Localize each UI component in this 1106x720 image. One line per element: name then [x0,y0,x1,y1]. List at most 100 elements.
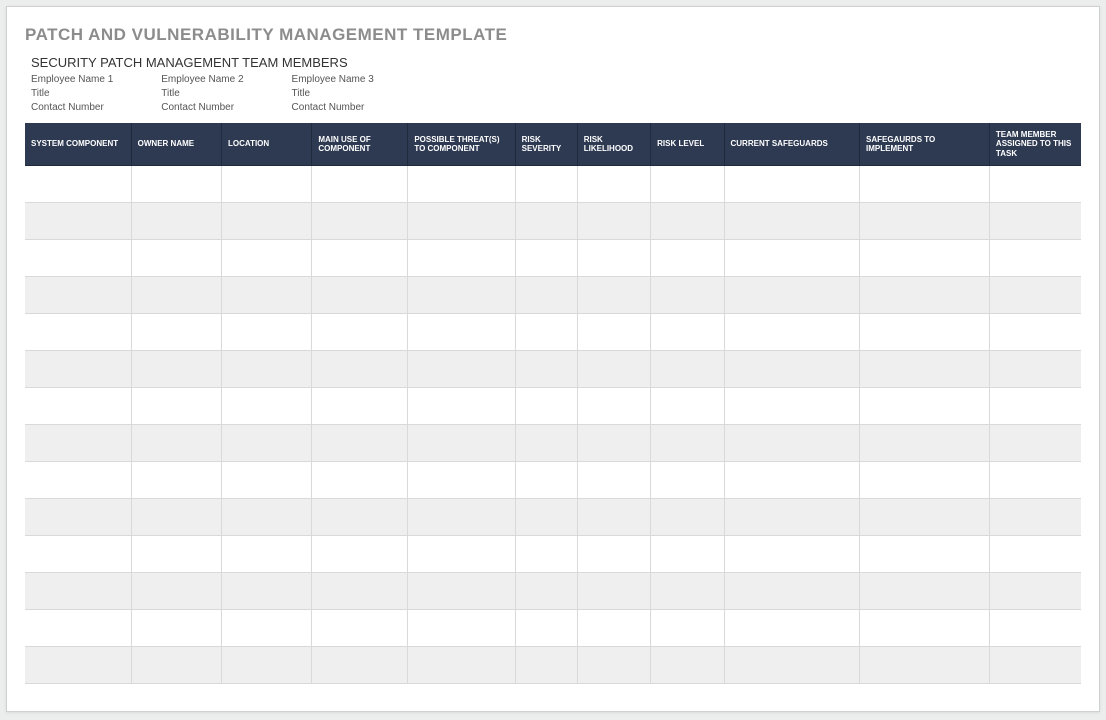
table-cell[interactable] [408,610,515,647]
table-cell[interactable] [724,499,860,536]
table-cell[interactable] [312,166,408,203]
table-cell[interactable] [724,203,860,240]
table-cell[interactable] [724,536,860,573]
table-cell[interactable] [577,647,650,684]
table-cell[interactable] [651,536,724,573]
table-cell[interactable] [989,351,1081,388]
table-cell[interactable] [515,425,577,462]
table-cell[interactable] [25,425,131,462]
table-cell[interactable] [408,573,515,610]
table-cell[interactable] [651,425,724,462]
table-cell[interactable] [25,166,131,203]
table-cell[interactable] [25,647,131,684]
table-cell[interactable] [131,462,221,499]
table-cell[interactable] [312,277,408,314]
table-cell[interactable] [989,277,1081,314]
table-cell[interactable] [515,499,577,536]
table-cell[interactable] [577,610,650,647]
table-cell[interactable] [515,277,577,314]
table-cell[interactable] [312,351,408,388]
table-cell[interactable] [651,499,724,536]
table-cell[interactable] [515,573,577,610]
table-cell[interactable] [724,351,860,388]
table-cell[interactable] [312,314,408,351]
table-cell[interactable] [989,573,1081,610]
table-cell[interactable] [25,240,131,277]
table-cell[interactable] [131,610,221,647]
table-cell[interactable] [860,388,990,425]
table-cell[interactable] [222,388,312,425]
table-cell[interactable] [131,425,221,462]
table-cell[interactable] [25,610,131,647]
table-cell[interactable] [312,425,408,462]
table-cell[interactable] [651,462,724,499]
table-cell[interactable] [222,573,312,610]
table-cell[interactable] [312,240,408,277]
table-cell[interactable] [515,610,577,647]
table-cell[interactable] [515,536,577,573]
table-cell[interactable] [860,203,990,240]
table-cell[interactable] [577,277,650,314]
table-cell[interactable] [515,240,577,277]
table-cell[interactable] [651,610,724,647]
table-cell[interactable] [651,647,724,684]
table-cell[interactable] [408,314,515,351]
table-cell[interactable] [860,462,990,499]
table-cell[interactable] [312,203,408,240]
table-cell[interactable] [724,166,860,203]
table-cell[interactable] [651,351,724,388]
table-cell[interactable] [860,647,990,684]
table-cell[interactable] [724,277,860,314]
table-cell[interactable] [25,203,131,240]
table-cell[interactable] [25,499,131,536]
table-cell[interactable] [408,499,515,536]
table-cell[interactable] [989,240,1081,277]
table-cell[interactable] [25,277,131,314]
table-cell[interactable] [515,647,577,684]
table-cell[interactable] [577,536,650,573]
table-cell[interactable] [515,351,577,388]
table-cell[interactable] [515,314,577,351]
table-cell[interactable] [724,573,860,610]
table-cell[interactable] [724,240,860,277]
table-cell[interactable] [651,166,724,203]
table-cell[interactable] [577,240,650,277]
table-cell[interactable] [222,240,312,277]
table-cell[interactable] [577,203,650,240]
table-cell[interactable] [860,499,990,536]
table-cell[interactable] [515,166,577,203]
table-cell[interactable] [25,351,131,388]
table-cell[interactable] [222,499,312,536]
table-cell[interactable] [651,388,724,425]
table-cell[interactable] [222,314,312,351]
table-cell[interactable] [408,240,515,277]
table-cell[interactable] [860,351,990,388]
table-cell[interactable] [651,240,724,277]
table-cell[interactable] [408,462,515,499]
table-cell[interactable] [724,388,860,425]
table-cell[interactable] [312,610,408,647]
table-cell[interactable] [989,166,1081,203]
table-cell[interactable] [222,462,312,499]
table-cell[interactable] [724,647,860,684]
table-cell[interactable] [222,351,312,388]
table-cell[interactable] [408,166,515,203]
table-cell[interactable] [724,462,860,499]
table-cell[interactable] [515,388,577,425]
table-cell[interactable] [577,351,650,388]
table-cell[interactable] [989,499,1081,536]
table-cell[interactable] [989,314,1081,351]
table-cell[interactable] [408,536,515,573]
table-cell[interactable] [651,203,724,240]
table-cell[interactable] [651,314,724,351]
table-cell[interactable] [860,536,990,573]
table-cell[interactable] [131,351,221,388]
table-cell[interactable] [25,462,131,499]
table-cell[interactable] [860,314,990,351]
table-cell[interactable] [222,647,312,684]
table-cell[interactable] [131,203,221,240]
table-cell[interactable] [860,277,990,314]
table-cell[interactable] [577,462,650,499]
table-cell[interactable] [860,425,990,462]
table-cell[interactable] [312,499,408,536]
